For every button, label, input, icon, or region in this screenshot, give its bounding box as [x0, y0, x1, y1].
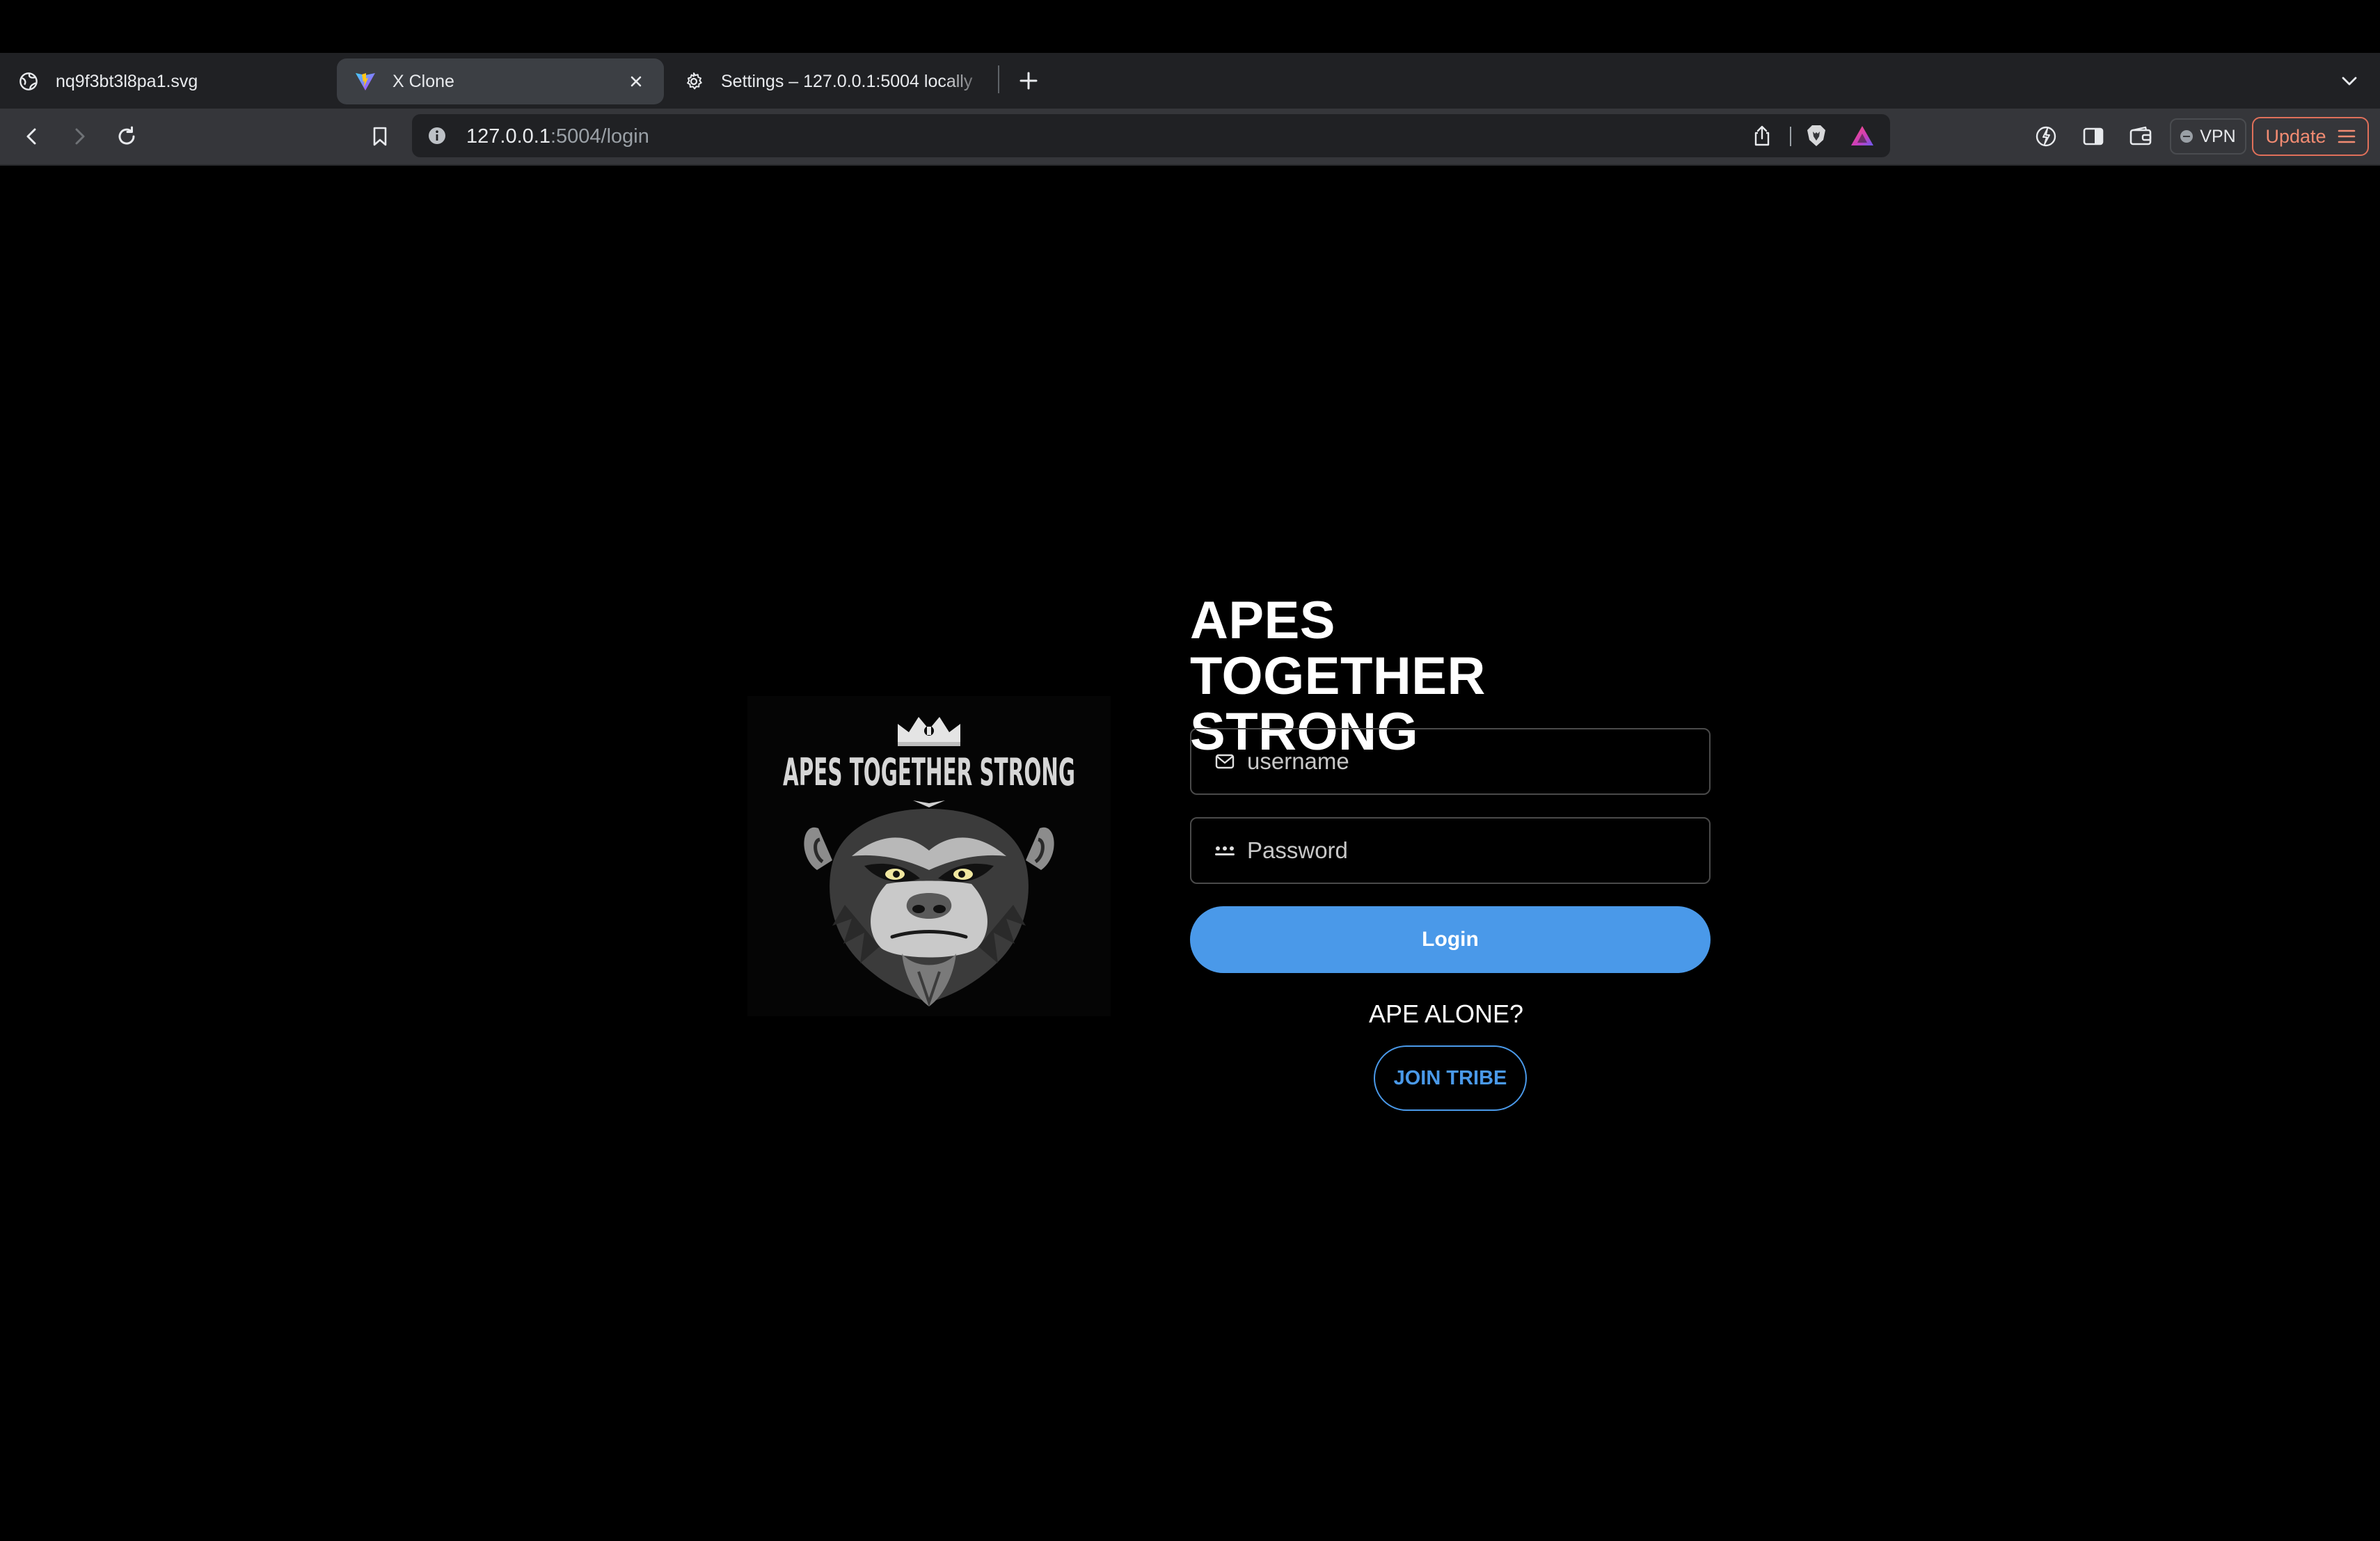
bookmark-icon [373, 127, 387, 146]
tab-title: Settings – 127.0.0.1:5004 locally s [721, 71, 976, 91]
password-dots-icon [1214, 839, 1236, 862]
close-tab-icon[interactable] [625, 70, 647, 93]
svg-text:APES TOGETHER STRONG: APES TOGETHER STRONG [783, 750, 1075, 794]
username-input[interactable] [1247, 748, 1679, 775]
tab-svg-file[interactable]: nq9f3bt3l8pa1.svg [0, 58, 327, 104]
brave-rewards-icon[interactable] [1848, 122, 1876, 150]
join-tribe-button[interactable]: JOIN TRIBE [1374, 1045, 1527, 1111]
reload-icon [118, 126, 135, 145]
vpn-label: VPN [2200, 126, 2236, 146]
vpn-button[interactable]: VPN [2170, 118, 2246, 155]
menu-icon [2338, 129, 2355, 143]
tab-search-button[interactable] [2335, 67, 2363, 95]
url-text: 127.0.0.1:5004/login [466, 125, 649, 148]
tab-divider [998, 65, 999, 93]
wallet-icon [2129, 126, 2152, 145]
sidebar-icon [2083, 127, 2104, 145]
arrow-left-icon [26, 128, 36, 145]
tab-settings[interactable]: Settings – 127.0.0.1:5004 locally s [665, 58, 992, 104]
tab-title: nq9f3bt3l8pa1.svg [56, 71, 198, 91]
arrow-right-icon [75, 128, 85, 145]
plus-icon [1020, 72, 1038, 90]
brave-shields-icon[interactable] [1802, 122, 1830, 150]
gear-icon [682, 70, 706, 93]
url-path: :5004/login [550, 125, 649, 148]
url-host: 127.0.0.1 [466, 125, 550, 148]
password-input[interactable] [1247, 837, 1679, 864]
address-bar-divider [1790, 127, 1791, 146]
update-button[interactable]: Update [2252, 117, 2369, 156]
password-field[interactable] [1190, 817, 1711, 884]
bookmark-button[interactable] [363, 120, 397, 153]
tab-title: X Clone [392, 71, 454, 91]
tab-strip: nq9f3bt3l8pa1.svg X Clone Settings – 127… [0, 53, 2380, 109]
ai-spark-icon [2036, 126, 2056, 147]
address-bar[interactable]: 127.0.0.1:5004/login [412, 114, 1890, 157]
chevron-down-icon [2342, 77, 2357, 86]
crown-icon [898, 717, 960, 746]
username-field[interactable] [1190, 728, 1711, 795]
wallet-button[interactable] [2124, 120, 2157, 153]
leo-ai-button[interactable] [2029, 120, 2063, 153]
site-info-icon[interactable] [425, 123, 450, 148]
new-tab-button[interactable] [1015, 67, 1042, 95]
signup-prompt: APE ALONE? [1368, 999, 1524, 1028]
tab-x-clone[interactable]: X Clone [337, 58, 664, 104]
window-titlebar [0, 0, 2380, 53]
sidebar-toggle-button[interactable] [2077, 120, 2110, 153]
login-button[interactable]: Login [1190, 906, 1711, 973]
globe-icon [17, 70, 40, 93]
forward-button[interactable] [63, 120, 96, 153]
share-icon[interactable] [1748, 122, 1776, 150]
ape-logo: APES TOGETHER STRONG [747, 696, 1111, 1016]
back-button[interactable] [15, 120, 49, 153]
update-label: Update [2265, 125, 2326, 147]
vite-icon [354, 70, 377, 93]
vpn-status-icon [2180, 130, 2193, 143]
reload-button[interactable] [110, 120, 143, 153]
envelope-icon [1214, 750, 1236, 773]
